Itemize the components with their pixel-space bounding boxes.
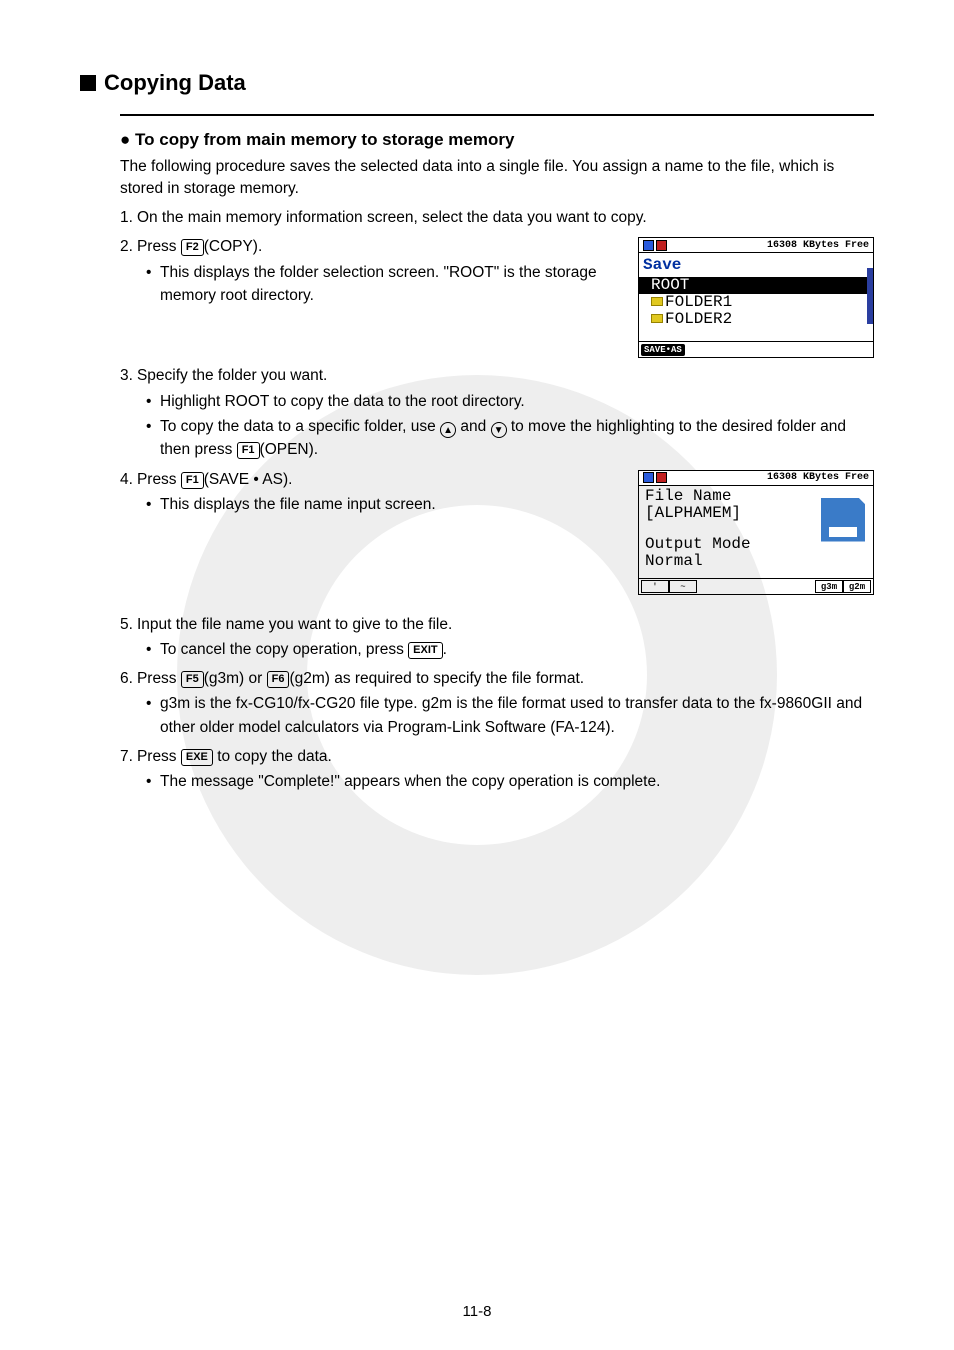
step-1: 1. On the main memory information screen… (120, 206, 874, 229)
step-number: 6. (120, 667, 133, 690)
folder-icon (651, 314, 663, 323)
subheading-text: To copy from main memory to storage memo… (135, 130, 514, 149)
folder-2: FOLDER2 (639, 311, 873, 328)
step-text: Input the file name you want to give to … (137, 613, 874, 636)
f5-key-icon: F5 (181, 671, 204, 688)
section-heading: Copying Data (80, 70, 874, 96)
step-number: 5. (120, 613, 133, 636)
step-6: 6. Press F5(g3m) or F6(g2m) as required … (120, 667, 874, 739)
step-text: On the main memory information screen, s… (137, 206, 874, 229)
status-icon (656, 240, 667, 251)
step-2-sub: This displays the folder selection scree… (146, 261, 626, 308)
step-number: 2. (120, 235, 133, 258)
output-mode-value: Normal (645, 553, 867, 570)
fkey-g2m: g2m (843, 580, 871, 593)
intro-paragraph: The following procedure saves the select… (120, 156, 874, 200)
divider (120, 114, 874, 116)
status-icon (643, 472, 654, 483)
step-5: 5. Input the file name you want to give … (120, 613, 874, 662)
step-2: 2. Press F2(COPY). This displays the fol… (120, 235, 874, 358)
folder-1: FOLDER1 (639, 294, 873, 311)
exe-key-icon: EXE (181, 749, 213, 766)
step-text: Press EXE to copy the data. (137, 745, 874, 768)
fkey-g3m: g3m (815, 580, 843, 593)
f1-key-icon: F1 (237, 442, 260, 459)
step-text: Press F2(COPY). (137, 235, 626, 258)
f2-key-icon: F2 (181, 239, 204, 256)
step-text: Press F1(SAVE • AS). (137, 468, 626, 491)
folder-root: ROOT (639, 277, 873, 294)
status-icon (656, 472, 667, 483)
status-icon (643, 240, 654, 251)
square-bullet-icon (80, 75, 96, 91)
scrollbar (867, 268, 873, 324)
calc-screen-folder-select: 16308 KBytes Free Save ROOT FOLDER1 FOLD… (638, 237, 874, 358)
disk-icon (821, 498, 865, 542)
down-key-icon: ▼ (491, 422, 507, 438)
step-4: 4. Press F1(SAVE • AS). This displays th… (120, 468, 874, 595)
calc-screen-file-name: 16308 KBytes Free File Name [ALPHAMEM] O… (638, 470, 874, 595)
bullet-circle-icon: ● (120, 130, 130, 149)
f1-key-icon: F1 (181, 472, 204, 489)
step-7-sub: The message "Complete!" appears when the… (146, 770, 874, 793)
exit-key-icon: EXIT (408, 642, 442, 659)
heading-text: Copying Data (104, 70, 246, 96)
fkey-save-as: SAVE•AS (641, 344, 685, 356)
step-text: Press F5(g3m) or F6(g2m) as required to … (137, 667, 874, 690)
up-key-icon: ▲ (440, 422, 456, 438)
f6-key-icon: F6 (267, 671, 290, 688)
screen-title: Save (639, 253, 873, 277)
status-free-space: 16308 KBytes Free (767, 238, 869, 253)
step-number: 3. (120, 364, 133, 387)
step-6-sub: g3m is the fx-CG10/fx-CG20 file type. g2… (146, 692, 874, 739)
step-number: 7. (120, 745, 133, 768)
fkey-tilde: ~ (669, 580, 697, 593)
page-number: 11-8 (0, 1303, 954, 1320)
fkey-apostrophe: ' (641, 580, 669, 593)
step-number: 1. (120, 206, 133, 229)
step-5-sub: To cancel the copy operation, press EXIT… (146, 638, 874, 661)
step-number: 4. (120, 468, 133, 491)
step-4-sub: This displays the file name input screen… (146, 493, 626, 516)
step-text: Specify the folder you want. (137, 364, 874, 387)
status-free-space: 16308 KBytes Free (767, 470, 869, 485)
step-3: 3. Specify the folder you want. Highligh… (120, 364, 874, 461)
step-3-sub1: Highlight ROOT to copy the data to the r… (146, 390, 874, 413)
subheading: ● To copy from main memory to storage me… (120, 130, 874, 150)
step-3-sub2: To copy the data to a specific folder, u… (146, 415, 874, 462)
folder-icon (651, 297, 663, 306)
step-7: 7. Press EXE to copy the data. The messa… (120, 745, 874, 794)
